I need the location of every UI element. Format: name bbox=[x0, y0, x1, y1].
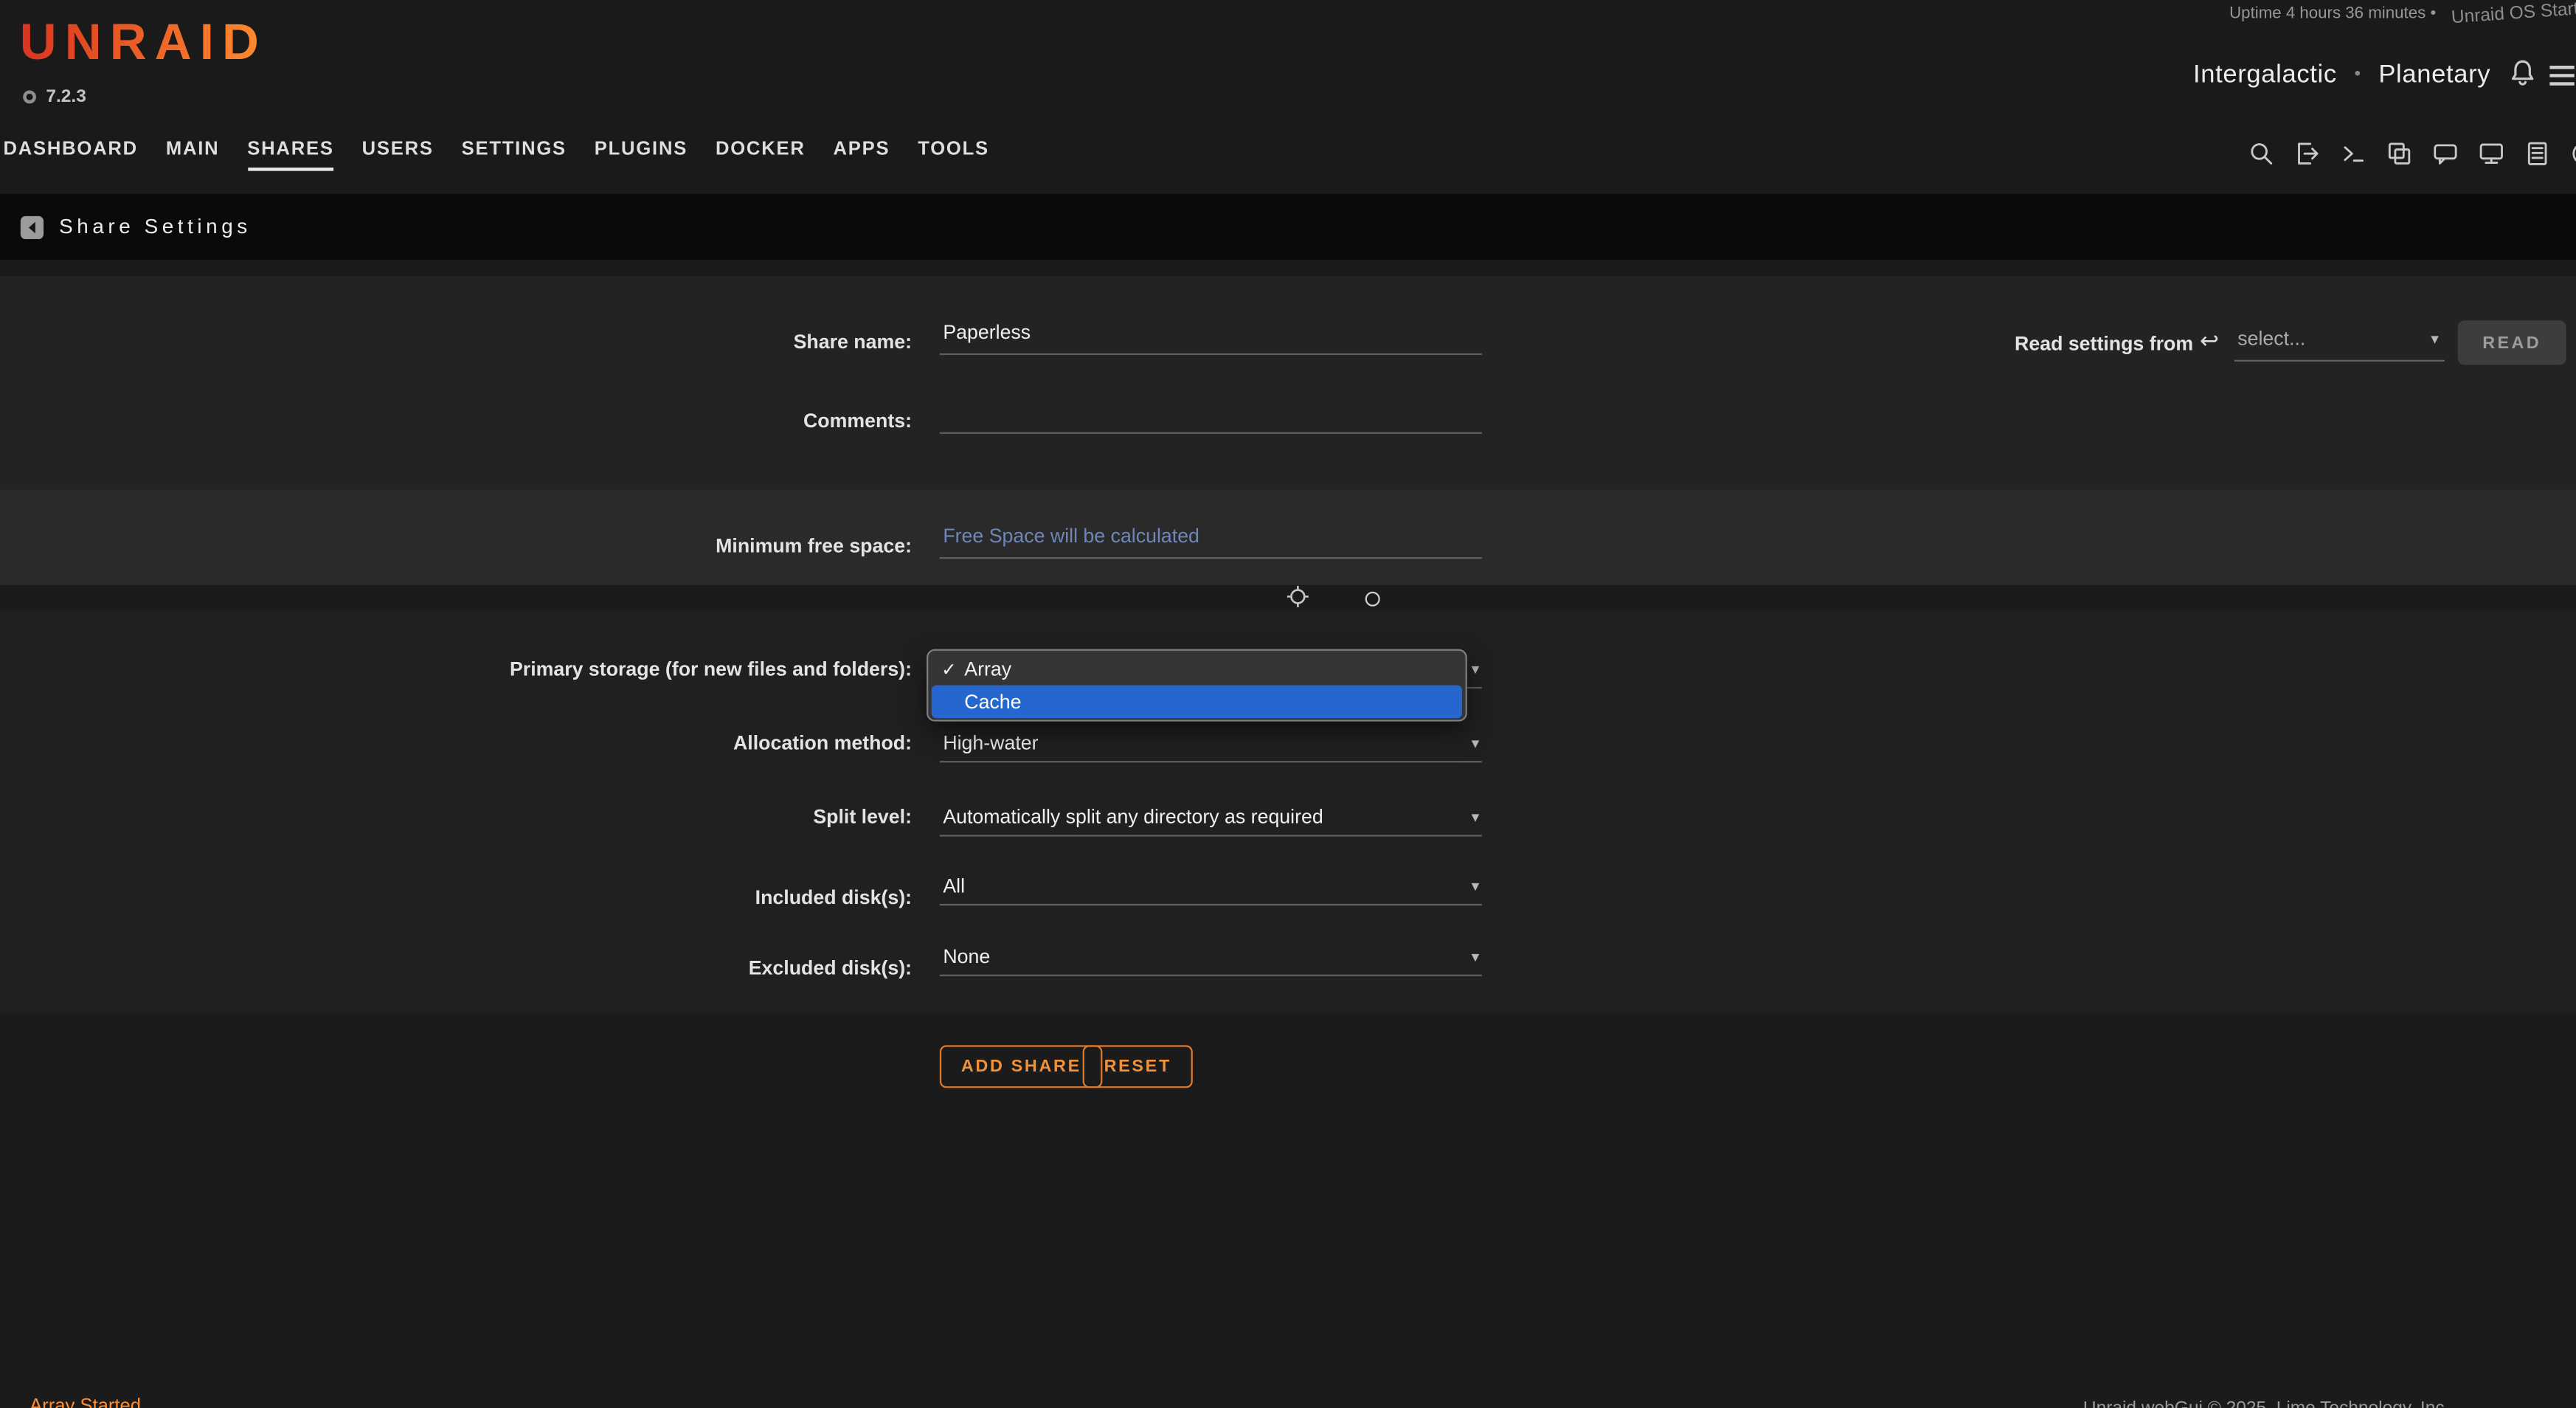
included-disks-label: Included disk(s): bbox=[0, 886, 912, 908]
dropdown-option-cache[interactable]: Cache bbox=[932, 686, 1462, 719]
notifications-bell-icon[interactable] bbox=[2507, 58, 2538, 89]
nav-item-users[interactable]: USERS bbox=[362, 139, 434, 170]
dropdown-option-label: Array bbox=[964, 658, 1011, 680]
server-description: Planetary bbox=[2378, 61, 2490, 89]
add-share-button[interactable]: ADD SHARE bbox=[940, 1045, 1103, 1088]
terminal-icon[interactable] bbox=[2339, 139, 2367, 168]
main-nav: DASHBOARD MAIN SHARES USERS SETTINGS PLU… bbox=[3, 139, 988, 170]
uptime-text: Uptime 4 hours 36 minutes bbox=[2229, 5, 2426, 23]
allocation-method-label: Allocation method: bbox=[0, 731, 912, 754]
monitor-icon[interactable] bbox=[2477, 139, 2505, 168]
nav-item-dashboard[interactable]: DASHBOARD bbox=[3, 139, 138, 170]
unraid-logo[interactable]: UNRAID bbox=[20, 13, 267, 72]
chevron-down-icon: ▼ bbox=[1469, 736, 1482, 751]
nav-item-main[interactable]: MAIN bbox=[166, 139, 220, 170]
primary-storage-label: Primary storage (for new files and folde… bbox=[0, 658, 912, 680]
status-dot-icon bbox=[23, 90, 36, 103]
comments-label: Comments: bbox=[0, 410, 912, 432]
included-disks-select[interactable]: All ▼ bbox=[940, 869, 1482, 905]
check-icon: ✓ bbox=[941, 658, 964, 680]
nav-item-docker[interactable]: DOCKER bbox=[716, 139, 806, 170]
chevron-down-icon: ▼ bbox=[1469, 950, 1482, 964]
avatar-circle-icon[interactable] bbox=[2569, 139, 2576, 168]
license-badge: Unraid OS Starter bbox=[2450, 0, 2576, 28]
read-settings-select-value: select... bbox=[2237, 327, 2305, 350]
reset-button[interactable]: RESET bbox=[1083, 1045, 1193, 1088]
copyright-text: Unraid webGui © 2025, Lime Technology, I… bbox=[2083, 1398, 2449, 1408]
crosshair-icon bbox=[1287, 585, 1309, 608]
back-icon[interactable] bbox=[20, 215, 44, 239]
header-toolbar bbox=[2248, 139, 2576, 168]
nav-item-shares[interactable]: SHARES bbox=[247, 139, 333, 170]
page-title: Share Settings bbox=[59, 215, 252, 238]
feedback-icon[interactable] bbox=[2431, 139, 2459, 168]
section-share-identity bbox=[0, 276, 2576, 490]
share-name-input[interactable] bbox=[940, 317, 1482, 355]
chevron-down-icon: ▼ bbox=[2428, 332, 2442, 347]
copy-clone-icon[interactable] bbox=[2386, 139, 2414, 168]
excluded-disks-select[interactable]: None ▼ bbox=[940, 940, 1482, 976]
logout-icon[interactable] bbox=[2293, 139, 2321, 168]
min-free-space-input[interactable] bbox=[940, 521, 1482, 559]
unraid-webgui: UNRAID 7.2.3 Uptime 4 hours 36 minutes •… bbox=[0, 0, 2576, 1408]
separator-dot: • bbox=[2430, 5, 2436, 23]
nav-item-plugins[interactable]: PLUGINS bbox=[595, 139, 688, 170]
server-name: Intergalactic bbox=[2193, 61, 2337, 89]
uptime-line: Uptime 4 hours 36 minutes • Unraid OS St… bbox=[2229, 3, 2576, 23]
min-free-space-label: Minimum free space: bbox=[0, 534, 912, 557]
excluded-disks-label: Excluded disk(s): bbox=[0, 956, 912, 979]
chevron-down-icon: ▼ bbox=[1469, 662, 1482, 677]
primary-storage-dropdown: ✓ Array Cache bbox=[927, 649, 1467, 722]
hamburger-menu-icon[interactable] bbox=[2549, 66, 2574, 90]
split-level-value: Automatically split any directory as req… bbox=[943, 805, 1323, 828]
log-icon[interactable] bbox=[2524, 139, 2552, 168]
allocation-method-value: High-water bbox=[943, 731, 1038, 754]
allocation-method-select[interactable]: High-water ▼ bbox=[940, 726, 1482, 762]
read-arrow-icon: ↩ bbox=[2200, 327, 2219, 355]
nav-item-settings[interactable]: SETTINGS bbox=[462, 139, 567, 170]
excluded-disks-value: None bbox=[943, 945, 990, 968]
comments-input[interactable] bbox=[940, 396, 1482, 434]
search-icon[interactable] bbox=[2248, 139, 2276, 168]
read-button[interactable]: READ bbox=[2458, 320, 2566, 365]
included-disks-value: All bbox=[943, 874, 965, 897]
share-name-label: Share name: bbox=[0, 331, 912, 353]
nav-item-tools[interactable]: TOOLS bbox=[918, 139, 989, 170]
chevron-down-icon: ▼ bbox=[1469, 810, 1482, 825]
page-titlebar: Share Settings bbox=[0, 194, 2576, 260]
circle-icon bbox=[1365, 592, 1380, 607]
version-row: 7.2.3 bbox=[23, 87, 86, 107]
split-level-select[interactable]: Automatically split any directory as req… bbox=[940, 801, 1482, 837]
dropdown-option-label: Cache bbox=[964, 690, 1021, 713]
dropdown-option-array[interactable]: ✓ Array bbox=[930, 652, 1464, 686]
server-identity: Intergalactic • Planetary bbox=[2193, 61, 2490, 90]
read-settings-label: Read settings from bbox=[1807, 332, 2193, 355]
chevron-down-icon: ▼ bbox=[1469, 879, 1482, 894]
array-status: Array Started bbox=[30, 1397, 141, 1408]
separator-dot: • bbox=[2344, 64, 2371, 84]
nav-item-apps[interactable]: APPS bbox=[833, 139, 890, 170]
read-settings-select[interactable]: select... ▼ bbox=[2234, 319, 2445, 362]
split-level-label: Split level: bbox=[0, 805, 912, 828]
os-version: 7.2.3 bbox=[46, 87, 86, 107]
